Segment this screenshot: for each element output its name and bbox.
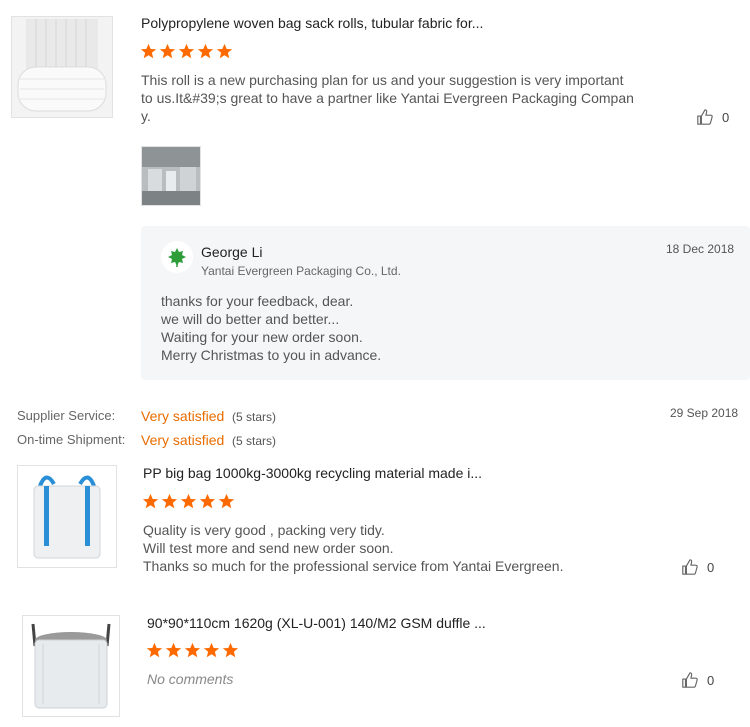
star-icon <box>222 642 239 658</box>
avatar <box>161 241 193 273</box>
big-bag-image <box>18 466 116 567</box>
leaf-logo-icon <box>168 248 186 267</box>
reply-line: thanks for your feedback, dear. <box>161 293 354 309</box>
star-icon <box>161 493 178 509</box>
star-icon <box>203 642 220 658</box>
reply-company: Yantai Evergreen Packaging Co., Ltd. <box>201 264 401 278</box>
star-icon <box>216 43 233 59</box>
review-photo-thumbnail[interactable] <box>141 146 201 206</box>
duffle-bag-image <box>23 616 119 716</box>
like-button[interactable]: 0 <box>681 558 714 576</box>
thumbs-up-icon <box>682 672 698 688</box>
thumbs-up-icon <box>697 109 713 125</box>
ontime-shipment-stars: (5 stars) <box>232 434 277 448</box>
star-icon <box>142 493 159 509</box>
star-icon <box>140 43 157 59</box>
star-icon <box>178 43 195 59</box>
star-icon <box>146 642 163 658</box>
feedback-date: 29 Sep 2018 <box>670 406 739 420</box>
factory-photo <box>142 147 200 205</box>
like-count: 0 <box>707 559 715 575</box>
reply-text: thanks for your feedback, dear. we will … <box>161 292 381 364</box>
review-product-title[interactable]: 90*90*110cm 1620g (XL-U-001) 140/M2 GSM … <box>147 615 486 631</box>
like-count: 0 <box>722 109 730 125</box>
no-comments-text: No comments <box>147 671 234 687</box>
review-comment-line: Thanks so much for the professional serv… <box>143 558 564 574</box>
review-comment: This roll is a new purchasing plan for u… <box>141 71 634 125</box>
rating-stars <box>146 642 239 659</box>
star-icon <box>180 493 197 509</box>
star-icon <box>165 642 182 658</box>
ontime-shipment-label: On-time Shipment: <box>17 432 126 447</box>
like-button[interactable]: 0 <box>696 108 729 126</box>
review-comment: Quality is very good , packing very tidy… <box>143 521 563 575</box>
star-icon <box>197 43 214 59</box>
review-comment-line: Will test more and send new order soon. <box>143 540 394 556</box>
rating-stars <box>142 493 235 510</box>
product-thumbnail-fabric-roll[interactable] <box>11 16 113 118</box>
star-icon <box>159 43 176 59</box>
product-thumbnail-big-bag[interactable] <box>17 465 117 568</box>
thumbs-up-icon <box>682 559 698 575</box>
supplier-service-value: Very satisfied <box>141 408 225 424</box>
like-count: 0 <box>707 672 715 688</box>
review-product-title[interactable]: Polypropylene woven bag sack rolls, tubu… <box>141 15 483 31</box>
like-button[interactable]: 0 <box>681 671 714 689</box>
star-icon <box>184 642 201 658</box>
ontime-shipment-value: Very satisfied <box>141 432 225 448</box>
reply-date: 18 Dec 2018 <box>666 242 735 256</box>
reply-line: Merry Christmas to you in advance. <box>161 347 382 363</box>
star-icon <box>218 493 235 509</box>
fabric-roll-image <box>12 17 112 117</box>
supplier-service-label: Supplier Service: <box>17 408 116 423</box>
reply-line: Waiting for your new order soon. <box>161 329 363 345</box>
supplier-service-stars: (5 stars) <box>232 410 277 424</box>
review-comment-line: Quality is very good , packing very tidy… <box>143 522 385 538</box>
review-comment-line: This roll is a new purchasing plan for u… <box>141 72 624 88</box>
review-product-title[interactable]: PP big bag 1000kg-3000kg recycling mater… <box>143 465 482 481</box>
reply-line: we will do better and better... <box>161 311 340 327</box>
product-thumbnail-duffle-bag[interactable] <box>22 615 120 717</box>
star-icon <box>199 493 216 509</box>
reply-author-name: George Li <box>201 244 263 260</box>
rating-stars <box>140 43 233 60</box>
review-comment-line: y. <box>141 108 151 124</box>
review-comment-line: to us.It&#39;s great to have a partner l… <box>141 90 634 106</box>
